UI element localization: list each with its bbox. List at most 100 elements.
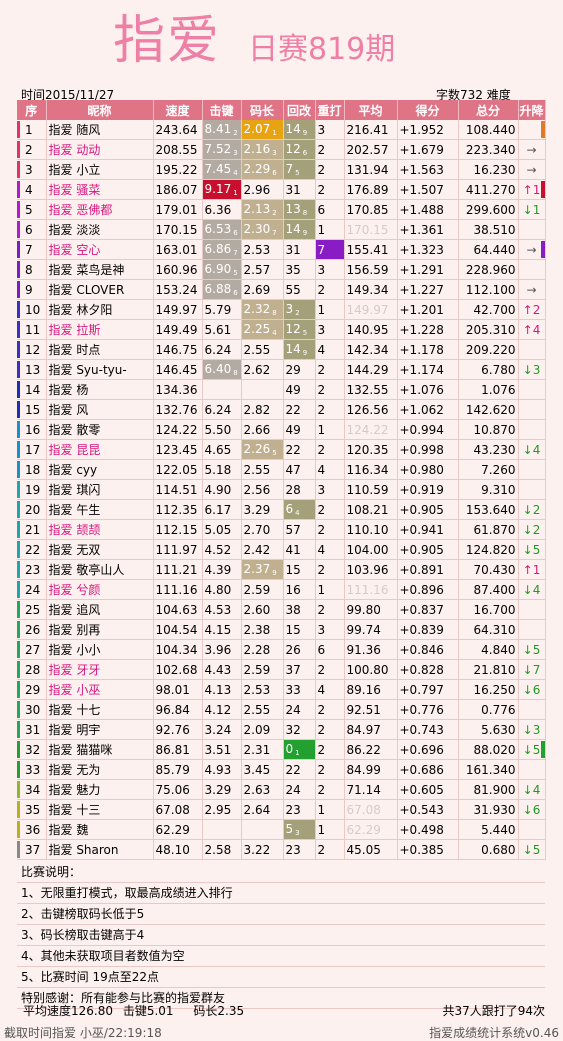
cell-bs-text: 38 — [285, 602, 301, 617]
cell-score: +0.998 — [397, 439, 459, 460]
cell-score-text: +1.563 — [399, 162, 444, 177]
cell-score-text: +1.076 — [399, 382, 444, 397]
cell-bs-text: 12 — [285, 322, 301, 336]
cell-rank: 25 — [17, 599, 47, 620]
rank-color-bar — [17, 381, 20, 398]
cell-ks-text: 4.90 — [204, 482, 232, 497]
cell-bs: 33 — [283, 679, 316, 700]
cell-bs-text: 22 — [285, 442, 301, 457]
cell-total: 0.776 — [458, 699, 519, 720]
cell-score: +0.919 — [397, 479, 459, 500]
cell-name-text: 指爱 骚菜 — [48, 183, 101, 197]
rank-color-bar — [17, 321, 20, 338]
cell-rt: 2 — [315, 499, 345, 520]
cell-cl-text: 2.13 — [243, 202, 271, 216]
cell-speed: 111.97 — [153, 539, 203, 560]
cell-cl: 2.69 — [241, 279, 284, 300]
cell-speed-text: 112.15 — [155, 522, 198, 537]
cell-rt-text: 1 — [317, 222, 326, 237]
cell-name-text: 指爱 空心 — [48, 243, 101, 257]
cell-rank: 12 — [17, 339, 47, 360]
cell-change — [518, 379, 546, 400]
rank-subscript: 1 — [272, 129, 277, 137]
cell-cl: 2.64 — [241, 799, 284, 820]
cell-avg: 111.16 — [344, 579, 398, 600]
cell-rt-text: 1 — [317, 822, 326, 837]
cell-change-text: ↓1 — [522, 202, 541, 217]
cell-ks-text: 5.61 — [204, 322, 232, 337]
cell-speed-text: 104.63 — [155, 602, 198, 617]
column-header: 总分 — [458, 100, 519, 120]
rank-subscript: 9 — [302, 349, 308, 357]
cell-bs: 15 — [283, 559, 316, 580]
rank-subscript: 5 — [295, 169, 300, 177]
cell-name: 指爱 午生 — [46, 499, 154, 520]
note-item: 3、码长榜取击键高于4 — [17, 925, 545, 946]
cell-rank: 9 — [17, 279, 47, 300]
cell-score-text: +1.679 — [399, 142, 444, 157]
cell-name: 指爱 猫猫咪 — [46, 739, 154, 760]
cell-rt: 1 — [315, 299, 345, 320]
cell-change-text: ↑4 — [522, 322, 541, 337]
cell-avg: 103.96 — [344, 559, 398, 580]
cell-score: +0.498 — [397, 819, 459, 840]
rank-subscript: 8 — [302, 209, 308, 217]
cell-name-text: 指爱 明宇 — [48, 723, 101, 737]
cell-bs-text: 33 — [285, 682, 301, 697]
cell-speed-text: 114.51 — [155, 482, 198, 497]
cell-total-text: 124.820 — [465, 542, 516, 557]
rank-subscript: 9 — [272, 569, 277, 577]
cell-bs-text: 12 — [285, 142, 301, 156]
cell-speed-text: 124.22 — [155, 422, 198, 437]
cell-cl-text: 3.45 — [243, 762, 271, 777]
cell-avg-text: 84.99 — [346, 762, 381, 777]
table-row: 17 指爱 昆昆 123.45 4.65 2.26 5 22 2 120.35 +0.998 43.… — [17, 439, 546, 460]
cell-rank-text: 26 — [25, 622, 41, 637]
cell-ks-text: 9.17 — [204, 182, 232, 196]
cell-rt-text: 2 — [317, 842, 326, 857]
cell-cl-text: 2.53 — [243, 682, 271, 697]
cell-rank-text: 1 — [25, 122, 33, 137]
cell-rank-text: 32 — [25, 742, 41, 757]
cell-cl-text: 2.29 — [243, 162, 271, 176]
cell-score: +0.891 — [397, 559, 459, 580]
cell-avg: 104.00 — [344, 539, 398, 560]
cell-ks: 6.53 6 — [202, 219, 242, 240]
rank-color-bar — [17, 341, 20, 358]
cell-total: 31.930 — [458, 799, 519, 820]
cell-rank-text: 7 — [25, 242, 33, 257]
cell-change — [518, 259, 546, 280]
cell-rank: 26 — [17, 619, 47, 640]
cell-score-text: +0.543 — [399, 802, 444, 817]
rank-subscript: 2 — [233, 129, 238, 137]
cell-score: +0.896 — [397, 579, 459, 600]
column-header: 平均 — [344, 100, 398, 120]
cell-cl-text: 2.30 — [243, 222, 271, 236]
cell-bs: 47 — [283, 459, 316, 480]
table-row: 25 指爱 追风 104.63 4.53 2.60 38 2 99.80 +0.837 16.70… — [17, 599, 546, 620]
cell-rank: 23 — [17, 559, 47, 580]
cell-rank: 5 — [17, 199, 47, 220]
cell-speed-text: 186.07 — [155, 182, 198, 197]
cell-score: +0.797 — [397, 679, 459, 700]
cell-total: 7.260 — [458, 459, 519, 480]
cell-score-text: +1.178 — [399, 342, 444, 357]
change-color-bar — [540, 741, 544, 758]
cell-rank-text: 24 — [25, 582, 41, 597]
cell-rt-text: 4 — [317, 462, 326, 477]
cell-rt-text: 1 — [317, 582, 326, 597]
cell-avg: 84.99 — [344, 759, 398, 780]
column-header: 序 — [17, 100, 47, 120]
cell-ks-text: 7.52 — [204, 142, 232, 156]
cell-rt-text: 2 — [317, 662, 326, 677]
cell-bs-text: 23 — [285, 842, 301, 857]
cell-score: +1.679 — [397, 139, 459, 160]
cell-total-text: 70.430 — [473, 562, 516, 577]
cell-bs-text: 31 — [285, 242, 301, 257]
table-row: 7 指爱 空心 163.01 6.86 7 2.53 31 7 155.41 +1.323 64.4… — [17, 239, 546, 260]
cell-total: 87.400 — [458, 579, 519, 600]
rank-subscript: 7 — [233, 249, 238, 257]
cell-total-text: 16.700 — [473, 602, 516, 617]
table-row: 18 指爱 cyy 122.05 5.18 2.55 47 4 116.34 +0.980 7.2… — [17, 459, 546, 480]
cell-bs: 49 — [283, 419, 316, 440]
